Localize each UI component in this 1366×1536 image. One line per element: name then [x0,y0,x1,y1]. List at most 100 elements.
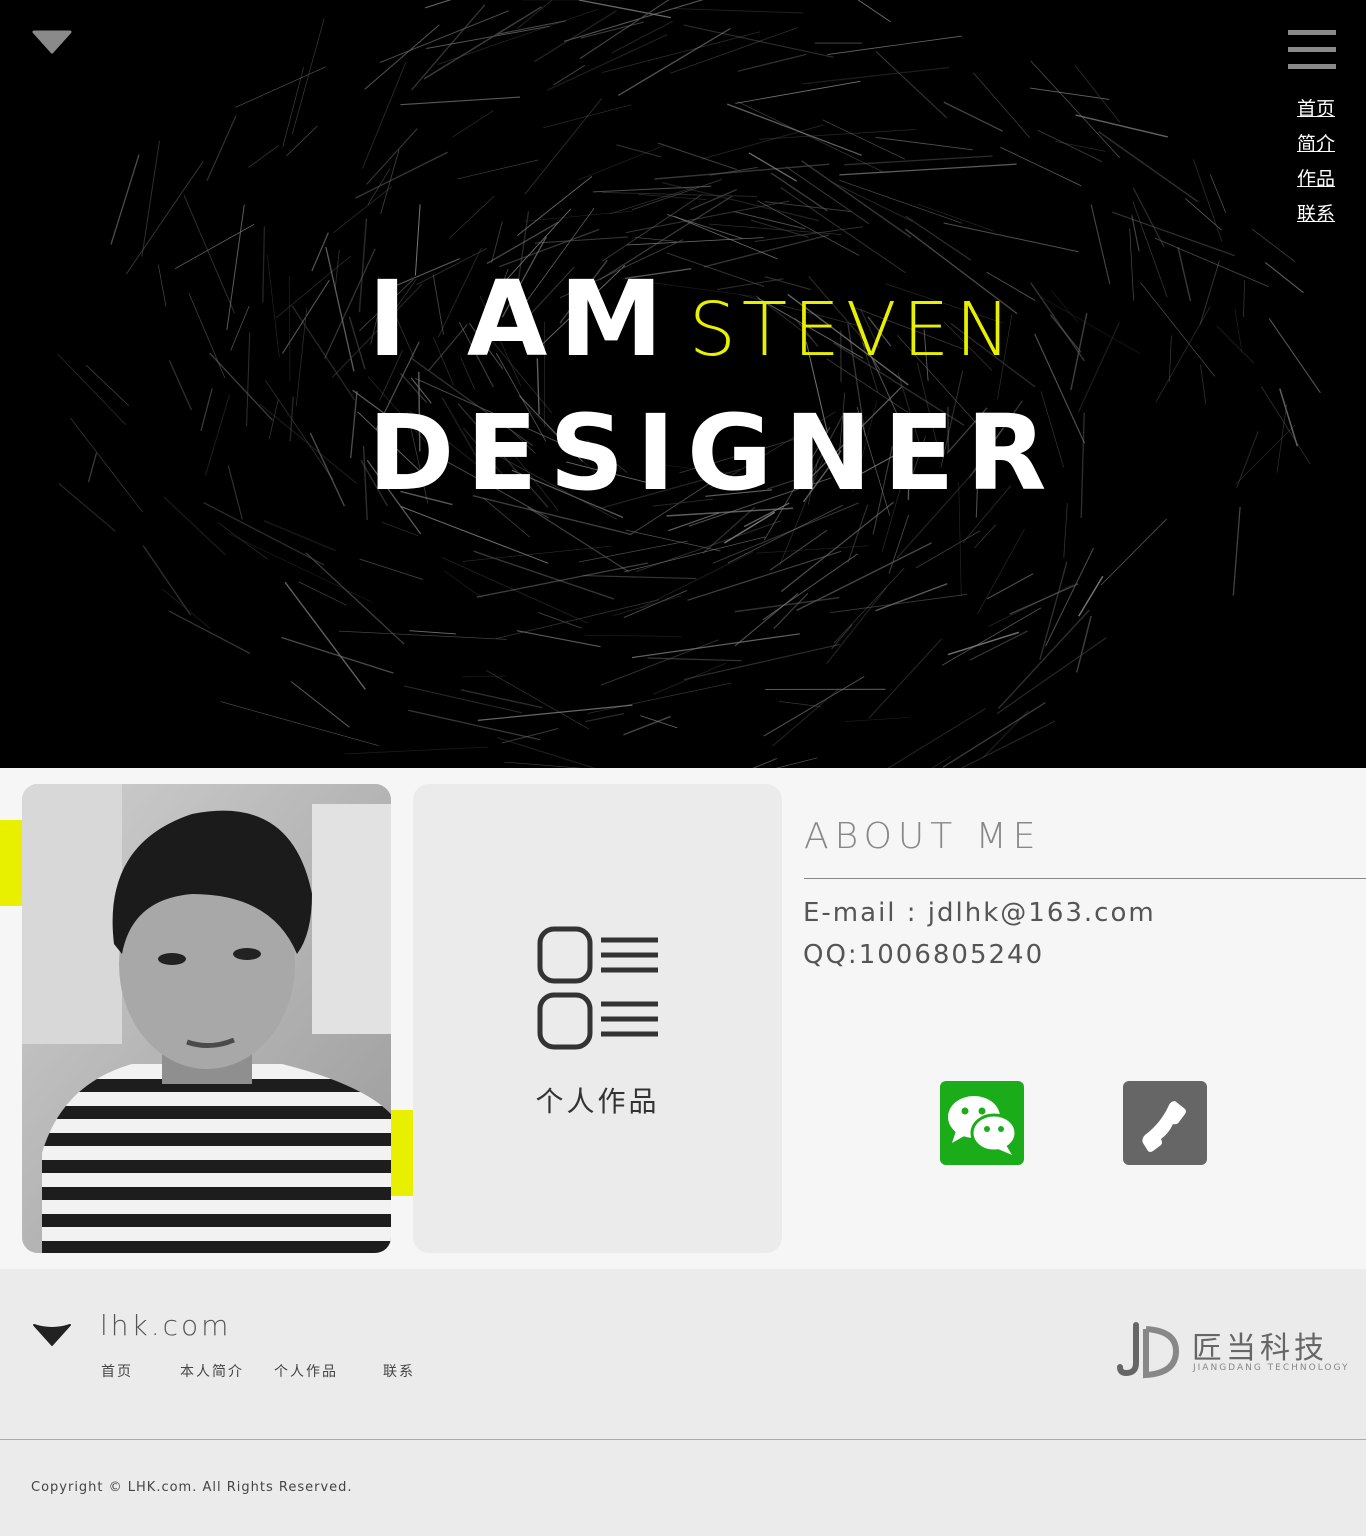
about-divider [804,878,1366,879]
footer-domain[interactable]: lhk.com [100,1309,231,1342]
scribble-stroke [291,18,325,135]
footer-nav-home[interactable]: 首页 [101,1361,133,1381]
scribble-stroke [960,720,1056,768]
scribble-stroke [1216,325,1255,364]
scribble-stroke [772,688,840,747]
top-nav: 首页 简介 作品 联系 [1297,92,1335,232]
nav-link-intro[interactable]: 简介 [1297,127,1335,162]
scribble-stroke [623,589,688,619]
scribble-stroke [485,669,590,730]
scribble-stroke [382,521,419,537]
hamburger-icon[interactable] [1288,30,1336,70]
scribble-stroke [203,502,325,566]
nav-link-contact[interactable]: 联系 [1297,197,1335,232]
hero-name: STEVEN [688,287,1017,373]
footer-nav-works[interactable]: 个人作品 [274,1361,338,1381]
scribble-stroke [1235,424,1296,485]
scribble-stroke [227,465,243,520]
scribble-stroke [759,128,917,140]
scribble-stroke [639,551,754,609]
scribble-stroke [209,352,274,421]
footer-logo-icon[interactable] [32,1321,72,1347]
scribble-stroke [737,53,807,72]
works-label: 个人作品 [535,1085,660,1118]
scribble-stroke [845,717,909,722]
scribble-stroke [477,704,633,722]
scribble-stroke [460,689,543,709]
scribble-stroke [580,21,644,39]
scribble-stroke [218,522,268,560]
scribble-stroke [1030,60,1121,159]
scribble-stroke [875,51,948,119]
scribble-stroke [625,200,790,234]
scribble-stroke [1236,431,1259,489]
phone-button[interactable] [1123,1081,1207,1165]
scribble-stroke [830,593,968,614]
logo-triangle-icon[interactable] [32,30,72,54]
scribble-stroke [350,391,358,459]
scribble-stroke [624,536,766,573]
nav-link-works[interactable]: 作品 [1297,162,1335,197]
list-icon [537,926,658,1050]
scribble-stroke [288,276,291,382]
scribble-stroke [1264,261,1304,294]
scribble-stroke [141,140,161,257]
scribble-stroke [58,483,116,532]
scribble-stroke [779,701,821,707]
footer-nav-intro[interactable]: 本人简介 [180,1361,244,1381]
scribble-stroke [355,151,449,199]
scribble-stroke [839,179,963,224]
scribble-stroke [523,210,634,222]
scribble-stroke [230,305,250,351]
scribble-stroke [538,612,582,629]
scribble-stroke [473,550,615,600]
scribble-stroke [332,186,393,234]
scribble-stroke [735,80,861,104]
scribble-stroke [362,445,368,521]
scribble-stroke [600,639,719,686]
scribble-stroke [977,528,1025,615]
wechat-button[interactable] [940,1081,1024,1165]
scribble-stroke [364,24,440,90]
about-title: ABOUT ME [804,816,1042,857]
scribble-stroke [775,757,818,768]
scribble-stroke [631,633,800,659]
scribble-stroke [825,587,887,665]
scribble-stroke [601,191,758,197]
footer-divider [0,1439,1366,1440]
scribble-stroke [942,702,1046,768]
scribble-stroke [408,709,541,741]
works-card[interactable]: 个人作品 [413,784,782,1253]
scribble-stroke [69,417,143,513]
scribble-stroke [839,163,1017,176]
scribble-stroke [289,396,294,442]
scribble-stroke [1243,280,1246,318]
scribble-stroke [362,62,407,169]
scribble-stroke [188,292,226,379]
nav-link-home[interactable]: 首页 [1297,92,1335,127]
scribble-stroke [246,332,251,427]
scribble-stroke [972,72,1031,138]
scribble-stroke [780,501,894,592]
scribble-stroke [449,195,495,238]
scribble-stroke [563,0,704,42]
scribble-stroke [266,254,280,358]
scribble-stroke [868,638,942,719]
footer-nav-contact[interactable]: 联系 [383,1361,415,1381]
scribble-stroke [1132,201,1168,298]
qq-text: QQ:1006805240 [803,940,1045,970]
scribble-stroke [411,4,486,91]
scribble-stroke [200,388,213,431]
scribble-stroke [1037,129,1103,163]
scribble-stroke [1000,146,1082,187]
scribble-stroke [857,0,891,23]
scribble-stroke [974,524,997,549]
profile-photo [22,784,391,1253]
scribble-stroke [634,237,677,242]
scribble-stroke [163,496,227,556]
scribble-stroke [801,160,912,239]
scribble-stroke [986,573,1034,600]
scribble-stroke [734,596,840,613]
scribble-stroke [942,607,1042,666]
scribble-stroke [916,530,981,569]
